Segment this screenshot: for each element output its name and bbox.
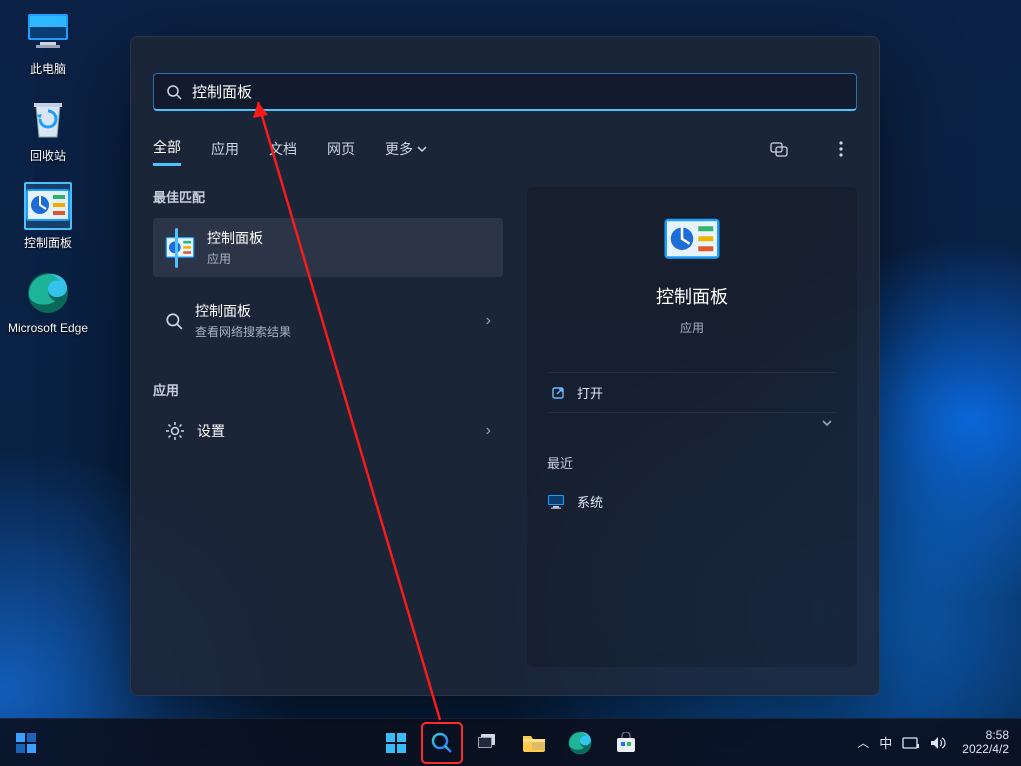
windows-icon (385, 732, 407, 754)
desktop-icon-label: 此电脑 (30, 60, 66, 77)
taskbar-start-button[interactable] (376, 723, 416, 763)
recycle-icon (24, 95, 72, 143)
taskbar-search-button[interactable] (422, 723, 462, 763)
clock-time: 8:58 (986, 729, 1009, 743)
detail-open[interactable]: 打开 (547, 372, 837, 412)
detail-expand[interactable] (547, 412, 837, 433)
feedback-icon (770, 140, 788, 158)
chevron-right-icon: › (486, 422, 491, 440)
result-web-search[interactable]: 控制面板 查看网络搜索结果 › (153, 291, 503, 350)
tray-network-icon[interactable] (902, 736, 920, 750)
tray-volume-icon[interactable] (930, 736, 946, 750)
desktop-icon-label: 控制面板 (24, 234, 72, 251)
desktop-icon-label: Microsoft Edge (8, 321, 88, 335)
taskbar: ︿ 中 8:58 2022/4/2 (0, 718, 1021, 766)
result-subtitle: 应用 (207, 250, 491, 267)
best-match-header: 最佳匹配 (153, 187, 503, 206)
desktop-icon-this-pc[interactable]: 此电脑 (6, 8, 90, 77)
result-title: 设置 (197, 421, 474, 441)
more-icon (839, 141, 843, 157)
recent-item-label: 系统 (577, 492, 603, 511)
taskbar-explorer-button[interactable] (514, 723, 554, 763)
monitor-icon (547, 494, 565, 510)
feedback-button[interactable] (763, 133, 795, 165)
chevron-down-icon (417, 144, 427, 154)
store-icon (615, 732, 637, 754)
tray-ime[interactable]: 中 (879, 733, 892, 752)
chevron-right-icon: › (486, 312, 491, 330)
detail-title: 控制面板 (656, 283, 728, 309)
tab-docs[interactable]: 文档 (269, 133, 297, 165)
clock-date: 2022/4/2 (962, 743, 1009, 757)
gear-icon (165, 421, 185, 441)
search-icon (430, 731, 454, 755)
search-box[interactable] (153, 73, 857, 111)
search-results: 最佳匹配 控制面板 应用 控制面板 查看网络搜索结果 › 应用 设置 › (153, 187, 503, 451)
apps-header: 应用 (153, 380, 503, 399)
widgets-icon (15, 732, 37, 754)
tray-chevron-up-icon[interactable]: ︿ (857, 734, 869, 751)
edge-icon (24, 269, 72, 317)
desktop-icons: 此电脑 回收站 控制面板 Microsoft Edge (0, 0, 120, 353)
desktop-icon-label: 回收站 (30, 147, 66, 164)
detail-open-label: 打开 (577, 383, 603, 402)
taskbar-edge-button[interactable] (560, 723, 600, 763)
chevron-down-icon (821, 417, 833, 429)
search-tabs: 全部 应用 文档 网页 更多 (153, 131, 857, 166)
taskbar-store-button[interactable] (606, 723, 646, 763)
result-title: 控制面板 (207, 228, 491, 248)
recent-header: 最近 (547, 453, 837, 472)
tab-more-label: 更多 (385, 139, 413, 159)
tab-apps[interactable]: 应用 (211, 133, 239, 165)
recent-item-system[interactable]: 系统 (547, 482, 837, 521)
control-panel-icon (165, 235, 195, 261)
result-title: 控制面板 (195, 301, 474, 321)
result-settings[interactable]: 设置 › (153, 411, 503, 451)
desktop-icon-edge[interactable]: Microsoft Edge (6, 269, 90, 335)
result-best-match[interactable]: 控制面板 应用 (153, 218, 503, 277)
control-panel-icon (24, 182, 72, 230)
desktop-icon-control-panel[interactable]: 控制面板 (6, 182, 90, 251)
edge-icon (568, 731, 592, 755)
tab-web[interactable]: 网页 (327, 133, 355, 165)
search-input[interactable] (192, 83, 844, 100)
task-view-icon (477, 733, 499, 753)
result-detail-pane: 控制面板 应用 打开 最近 系统 (527, 187, 857, 667)
folder-icon (522, 733, 546, 753)
options-button[interactable] (825, 133, 857, 165)
detail-subtitle: 应用 (680, 319, 704, 336)
tab-more[interactable]: 更多 (385, 133, 427, 165)
control-panel-icon (663, 215, 721, 265)
search-icon (166, 84, 182, 100)
desktop-icon-recycle-bin[interactable]: 回收站 (6, 95, 90, 164)
taskbar-clock[interactable]: 8:58 2022/4/2 (956, 729, 1015, 757)
result-subtitle: 查看网络搜索结果 (195, 323, 474, 340)
start-search-panel: 全部 应用 文档 网页 更多 最佳匹配 控制面板 应用 控制面板 (130, 36, 880, 696)
taskbar-widgets-button[interactable] (6, 723, 46, 763)
open-icon (551, 386, 565, 400)
tab-all[interactable]: 全部 (153, 131, 181, 166)
pc-icon (24, 8, 72, 56)
search-icon (165, 312, 183, 330)
taskbar-task-view-button[interactable] (468, 723, 508, 763)
